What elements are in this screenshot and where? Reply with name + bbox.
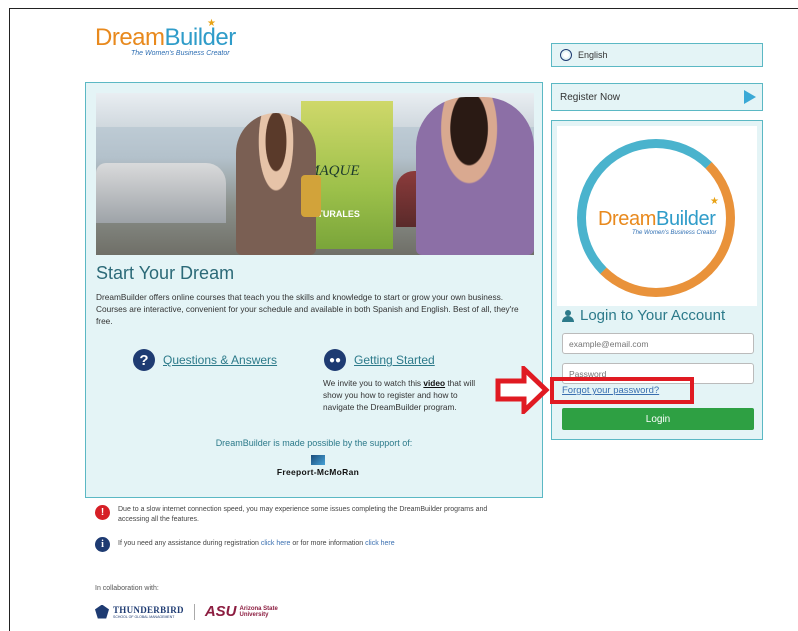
warning-notice: ! Due to a slow internet connection spee… (95, 505, 515, 525)
login-title: Login to Your Account (562, 307, 725, 324)
partner-logos: THUNDERBIRD SCHOOL OF GLOBAL MANAGEMENT … (95, 603, 278, 620)
question-icon: ? (133, 349, 155, 371)
qa-label[interactable]: Questions & Answers (163, 353, 277, 367)
intro-panel: MAQUE NATURALES Start Your Dream DreamBui… (85, 82, 543, 498)
annotation-arrow-icon (495, 366, 550, 414)
support-text: DreamBuilder is made possible by the sup… (215, 438, 413, 448)
login-button[interactable]: Login (562, 408, 754, 430)
login-logo-tagline: The Women's Business Creator (632, 230, 717, 236)
hero-photo: MAQUE NATURALES (96, 93, 534, 255)
intro-description: DreamBuilder offers online courses that … (96, 292, 519, 326)
thunderbird-logo[interactable]: THUNDERBIRD SCHOOL OF GLOBAL MANAGEMENT (95, 604, 184, 619)
page-title: Start Your Dream (96, 263, 235, 283)
video-link[interactable]: video (423, 378, 445, 388)
language-label: English (578, 50, 608, 60)
freeport-icon (311, 455, 325, 465)
logo-text-builder: Builder (164, 24, 237, 51)
info-icon: i (95, 537, 110, 552)
user-icon (562, 309, 576, 322)
sponsor-name: Freeport-McMoRan (276, 467, 360, 477)
getting-started-description: We invite you to watch this video that w… (323, 378, 476, 412)
asu-logo[interactable]: ASU Arizona State University (205, 603, 278, 620)
login-logo-card: DreamBuilder ★ The Women's Business Crea… (557, 126, 757, 306)
email-field[interactable] (562, 333, 754, 354)
logo-tagline: The Women's Business Creator (131, 50, 230, 57)
dreambuilder-logo[interactable]: DreamBuilder ★ The Women's Business Crea… (95, 18, 237, 57)
star-icon: ★ (207, 18, 216, 29)
logo-text-dream: Dream (95, 24, 165, 51)
info-notice: i If you need any assistance during regi… (95, 537, 515, 552)
assistance-link[interactable]: click here (261, 540, 291, 547)
getting-started-link[interactable]: ●● Getting Started (324, 349, 435, 371)
login-logo-text: DreamBuilder (598, 208, 716, 230)
register-label: Register Now (560, 91, 621, 103)
globe-icon (560, 49, 572, 61)
collab-label: In collaboration with: (95, 585, 159, 592)
play-icon (744, 90, 756, 104)
register-now-button[interactable]: Register Now (551, 83, 763, 111)
thunderbird-icon (95, 604, 109, 619)
divider (193, 603, 195, 620)
annotation-highlight (550, 377, 694, 404)
star-icon: ★ (710, 196, 719, 207)
getting-started-label[interactable]: Getting Started (354, 353, 435, 367)
language-selector[interactable]: English (551, 43, 763, 67)
people-icon: ●● (324, 349, 346, 371)
questions-answers-link[interactable]: ? Questions & Answers (133, 349, 277, 371)
warning-icon: ! (95, 505, 110, 520)
more-info-link[interactable]: click here (365, 540, 395, 547)
sponsor-logo: Freeport-McMoRan (268, 455, 368, 477)
